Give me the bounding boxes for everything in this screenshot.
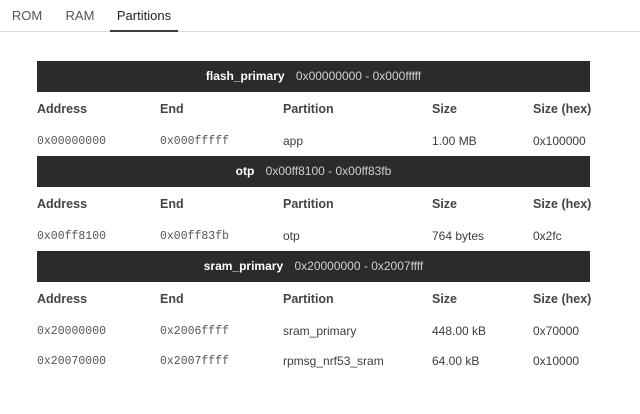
column-header-size-hex: Size (hex) xyxy=(533,292,592,306)
table-row: 0x20000000 0x2006ffff sram_primary 448.0… xyxy=(37,316,590,346)
column-header-size: Size xyxy=(432,102,458,116)
column-header-end: End xyxy=(160,292,184,306)
region-name: flash_primary xyxy=(205,69,285,83)
column-header-address: Address xyxy=(37,197,88,211)
table-header-row: Address End Partition Size Size (hex) xyxy=(37,92,592,126)
tab-bar: ROM RAM Partitions xyxy=(0,0,640,32)
table-row: 0x00ff8100 0x00ff83fb otp 764 bytes 0x2f… xyxy=(37,221,590,251)
tab-rom[interactable]: ROM xyxy=(6,0,48,32)
region-otp: otp 0x00ff8100 - 0x00ff83fb Address End … xyxy=(37,156,592,251)
cell-partition: otp xyxy=(283,229,300,243)
cell-end: 0x000fffff xyxy=(160,134,230,148)
region-sram-primary: sram_primary 0x20000000 - 0x2007ffff Add… xyxy=(37,251,592,376)
cell-size-hex: 0x100000 xyxy=(533,134,586,148)
tab-ram[interactable]: RAM xyxy=(58,0,102,32)
cell-partition: app xyxy=(283,134,304,148)
cell-size-hex: 0x2fc xyxy=(533,229,562,243)
cell-end: 0x00ff83fb xyxy=(160,229,230,243)
cell-address: 0x20070000 xyxy=(37,354,107,368)
cell-size: 764 bytes xyxy=(432,229,485,243)
cell-address: 0x00000000 xyxy=(37,134,107,148)
region-header: flash_primary 0x00000000 - 0x000fffff xyxy=(37,61,590,92)
partition-table: Address End Partition Size Size (hex) 0x… xyxy=(37,282,592,376)
table-header-row: Address End Partition Size Size (hex) xyxy=(37,187,592,221)
region-header: otp 0x00ff8100 - 0x00ff83fb xyxy=(37,156,590,187)
region-range: 0x20000000 - 0x2007ffff xyxy=(294,259,424,273)
region-flash-primary: flash_primary 0x00000000 - 0x000fffff Ad… xyxy=(37,61,592,156)
column-header-size-hex: Size (hex) xyxy=(533,102,592,116)
region-range: 0x00000000 - 0x000fffff xyxy=(295,69,422,83)
partition-table: Address End Partition Size Size (hex) 0x… xyxy=(37,187,592,251)
column-header-address: Address xyxy=(37,292,88,306)
column-header-partition: Partition xyxy=(283,292,334,306)
partition-table: Address End Partition Size Size (hex) 0x… xyxy=(37,92,592,156)
table-header-row: Address End Partition Size Size (hex) xyxy=(37,282,592,316)
region-header: sram_primary 0x20000000 - 0x2007ffff xyxy=(37,251,590,282)
region-range: 0x00ff8100 - 0x00ff83fb xyxy=(265,164,392,178)
column-header-size: Size xyxy=(432,197,458,211)
column-header-end: End xyxy=(160,197,184,211)
table-row: 0x00000000 0x000fffff app 1.00 MB 0x1000… xyxy=(37,126,590,156)
cell-size-hex: 0x10000 xyxy=(533,354,580,368)
cell-end: 0x2007ffff xyxy=(160,354,230,368)
column-header-partition: Partition xyxy=(283,102,334,116)
cell-partition: rpmsg_nrf53_sram xyxy=(283,354,384,368)
cell-size: 1.00 MB xyxy=(432,134,477,148)
region-name: otp xyxy=(235,164,255,178)
cell-size: 64.00 kB xyxy=(432,354,480,368)
table-row: 0x20070000 0x2007ffff rpmsg_nrf53_sram 6… xyxy=(37,346,590,376)
partitions-panel: flash_primary 0x00000000 - 0x000fffff Ad… xyxy=(37,61,592,376)
column-header-partition: Partition xyxy=(283,197,334,211)
cell-end: 0x2006ffff xyxy=(160,324,230,338)
cell-address: 0x00ff8100 xyxy=(37,229,107,243)
cell-partition: sram_primary xyxy=(283,324,357,338)
cell-size: 448.00 kB xyxy=(432,324,487,338)
cell-size-hex: 0x70000 xyxy=(533,324,580,338)
column-header-size-hex: Size (hex) xyxy=(533,197,592,211)
region-name: sram_primary xyxy=(203,259,284,273)
column-header-address: Address xyxy=(37,102,88,116)
column-header-end: End xyxy=(160,102,184,116)
column-header-size: Size xyxy=(432,292,458,306)
tab-partitions[interactable]: Partitions xyxy=(110,0,178,32)
cell-address: 0x20000000 xyxy=(37,324,107,338)
